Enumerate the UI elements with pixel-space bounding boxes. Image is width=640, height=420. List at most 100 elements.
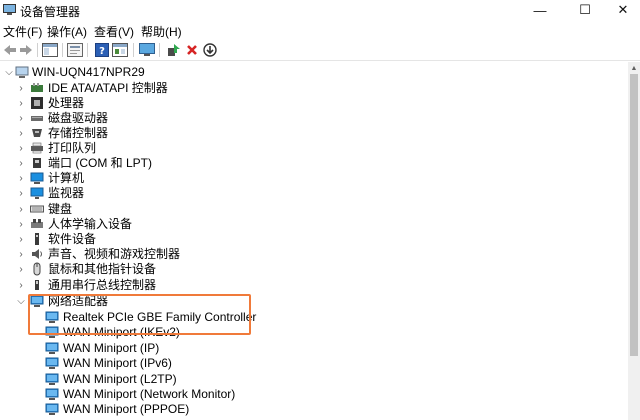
menu-view[interactable]: 查看(V): [94, 23, 134, 40]
tree-category[interactable]: › 声音、视频和游戏控制器: [0, 247, 628, 262]
device-item[interactable]: WAN Miniport (IP): [0, 341, 628, 356]
chevron-right-icon[interactable]: ›: [16, 218, 26, 230]
toolbar: ?: [0, 39, 640, 61]
forward-icon[interactable]: [18, 42, 34, 58]
tree-category[interactable]: › 鼠标和其他指针设备: [0, 262, 628, 277]
toolbar-separator: [159, 43, 160, 57]
tree-category[interactable]: › IDE ATA/ATAPI 控制器: [0, 81, 628, 96]
minimize-icon: —: [533, 2, 547, 18]
tree-category[interactable]: › 处理器: [0, 96, 628, 111]
category-label: 人体学输入设备: [48, 217, 133, 231]
computer-icon: [30, 172, 44, 184]
hid-icon: [31, 219, 43, 228]
network-adapter-icon: [45, 342, 59, 354]
mouse-icon: [33, 262, 41, 276]
processor-icon: [31, 97, 43, 109]
chevron-right-icon[interactable]: ›: [16, 157, 26, 169]
view-icon[interactable]: [112, 42, 128, 58]
uninstall-icon[interactable]: [184, 42, 200, 58]
tree-category[interactable]: › 存储控制器: [0, 126, 628, 141]
chevron-right-icon[interactable]: ›: [16, 127, 26, 139]
update-driver-icon[interactable]: [166, 42, 182, 58]
device-label: WAN Miniport (Network Monitor): [63, 387, 236, 401]
device-item[interactable]: WAN Miniport (PPPOE): [0, 402, 628, 417]
back-icon[interactable]: [2, 42, 18, 58]
sound-icon: [32, 249, 42, 259]
port-icon: [33, 158, 41, 168]
device-label: WAN Miniport (IPv6): [63, 356, 172, 370]
category-label: 端口 (COM 和 LPT): [48, 156, 152, 170]
tree-category[interactable]: › 通用串行总线控制器: [0, 278, 628, 293]
toolbar-separator: [37, 43, 38, 57]
tree-category[interactable]: › 监视器: [0, 186, 628, 201]
category-label: 键盘: [48, 202, 73, 216]
chevron-right-icon[interactable]: ›: [16, 97, 26, 109]
scroll-up-arrow-icon[interactable]: ▲: [628, 62, 640, 74]
chevron-right-icon[interactable]: ›: [16, 187, 26, 199]
title-bar: 设备管理器 — ☐ ✕: [0, 0, 640, 20]
category-label: IDE ATA/ATAPI 控制器: [48, 81, 168, 95]
category-label: 处理器: [48, 96, 85, 110]
vertical-scrollbar[interactable]: ▲: [628, 62, 640, 420]
storage-controller-icon: [32, 129, 42, 137]
tree-category[interactable]: › 计算机: [0, 171, 628, 186]
tree-category[interactable]: › 键盘: [0, 202, 628, 217]
monitor-icon: [30, 187, 44, 199]
computer-name: WIN-UQN417NPR29: [32, 65, 145, 79]
show-hide-tree-icon[interactable]: [42, 42, 58, 58]
network-adapter-icon: [45, 403, 59, 415]
chevron-right-icon[interactable]: ›: [16, 203, 26, 215]
scroll-thumb[interactable]: [630, 74, 638, 356]
chevron-right-icon[interactable]: ›: [16, 233, 26, 245]
chevron-right-icon[interactable]: ›: [16, 142, 26, 154]
keyboard-icon: [30, 205, 44, 213]
chevron-down-icon[interactable]: ⌵: [16, 295, 26, 307]
chevron-right-icon[interactable]: ›: [16, 82, 26, 94]
device-label: WAN Miniport (IP): [63, 341, 160, 355]
chevron-right-icon[interactable]: ›: [16, 112, 26, 124]
monitor-icon[interactable]: [139, 42, 155, 58]
device-item[interactable]: WAN Miniport (IPv6): [0, 356, 628, 371]
close-button[interactable]: ✕: [600, 0, 640, 20]
close-icon: ✕: [617, 2, 629, 17]
category-label: 监视器: [48, 186, 85, 200]
chevron-right-icon[interactable]: ›: [16, 248, 26, 260]
chevron-right-icon[interactable]: ›: [16, 279, 26, 291]
tree-category[interactable]: › 软件设备: [0, 232, 628, 247]
category-label: 通用串行总线控制器: [48, 278, 157, 292]
device-manager-icon: [3, 4, 16, 15]
device-label: WAN Miniport (L2TP): [63, 372, 177, 386]
tree-root[interactable]: ⌵ WIN-UQN417NPR29: [0, 65, 628, 80]
chevron-right-icon[interactable]: ›: [16, 263, 26, 275]
menu-action[interactable]: 操作(A): [47, 23, 87, 40]
toolbar-separator: [133, 43, 134, 57]
download-icon[interactable]: [202, 42, 218, 58]
category-label: 软件设备: [48, 232, 97, 246]
tree-category[interactable]: › 人体学输入设备: [0, 217, 628, 232]
tree-category[interactable]: › 打印队列: [0, 141, 628, 156]
menu-bar: 文件(F) 操作(A) 查看(V) 帮助(H): [0, 21, 640, 39]
minimize-button[interactable]: —: [517, 0, 563, 20]
menu-file[interactable]: 文件(F): [3, 23, 42, 40]
network-adapter-icon: [45, 357, 59, 369]
category-label: 磁盘驱动器: [48, 111, 109, 125]
menu-help[interactable]: 帮助(H): [141, 23, 182, 40]
chevron-right-icon[interactable]: ›: [16, 172, 26, 184]
help-icon[interactable]: ?: [94, 42, 110, 58]
device-tree: ⌵ WIN-UQN417NPR29 › IDE ATA/ATAPI 控制器 › …: [0, 62, 628, 420]
tree-category[interactable]: › 磁盘驱动器: [0, 111, 628, 126]
toolbar-separator: [87, 43, 88, 57]
tree-category[interactable]: › 端口 (COM 和 LPT): [0, 156, 628, 171]
network-adapter-icon: [45, 388, 59, 400]
chevron-down-icon[interactable]: ⌵: [4, 66, 14, 78]
device-item[interactable]: WAN Miniport (Network Monitor): [0, 387, 628, 402]
disk-drive-icon: [31, 116, 43, 121]
device-label: WAN Miniport (PPPOE): [63, 402, 190, 416]
computer-icon: [15, 66, 29, 78]
ide-controller-icon: [31, 83, 43, 92]
window-title: 设备管理器: [20, 5, 81, 19]
properties-icon[interactable]: [67, 42, 83, 58]
category-label: 鼠标和其他指针设备: [48, 262, 157, 276]
device-item[interactable]: WAN Miniport (L2TP): [0, 372, 628, 387]
toolbar-separator: [62, 43, 63, 57]
